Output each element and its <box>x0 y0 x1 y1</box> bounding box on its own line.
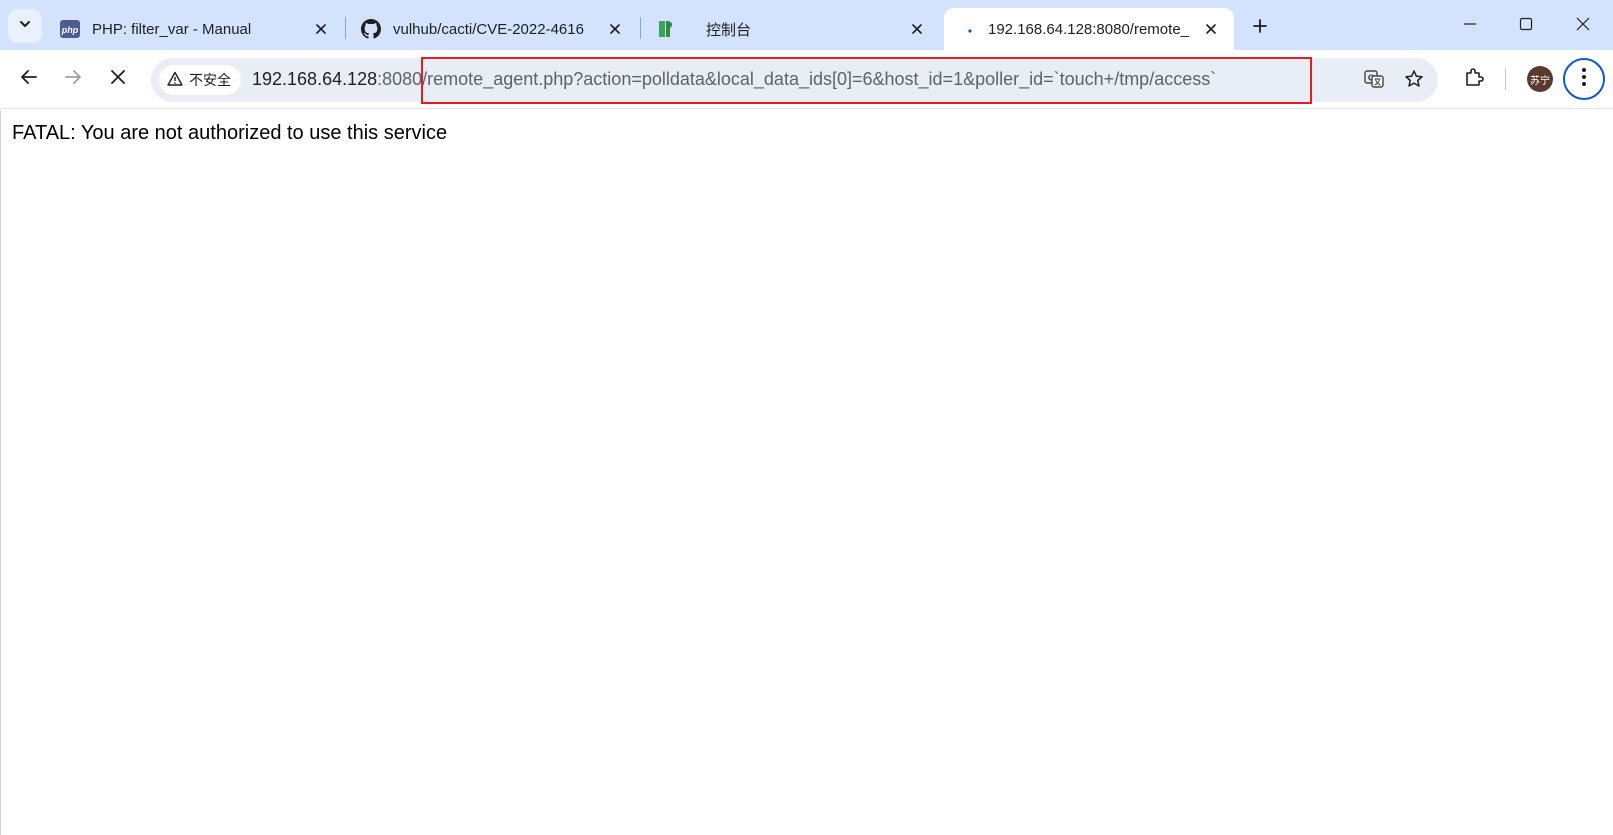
page-content: FATAL: You are not authorized to use thi… <box>0 110 1613 835</box>
chevron-down-icon <box>18 17 32 36</box>
back-button[interactable] <box>12 62 46 96</box>
stop-loading-button[interactable] <box>101 62 135 96</box>
close-icon <box>1576 17 1590 36</box>
puzzle-icon <box>1463 66 1485 93</box>
tab-title: PHP: filter_var - Manual <box>92 20 252 38</box>
extensions-button[interactable] <box>1458 63 1490 95</box>
minimize-button[interactable] <box>1450 10 1490 42</box>
arrow-left-icon <box>20 68 38 91</box>
tab-title: 控制台 <box>706 21 752 39</box>
kebab-menu-icon <box>1581 67 1587 92</box>
maximize-button[interactable] <box>1506 10 1546 42</box>
profile-avatar[interactable]: 苏宁 <box>1527 66 1553 92</box>
php-icon-text: php <box>61 25 79 35</box>
close-icon[interactable] <box>604 18 626 40</box>
tab-strip: php PHP: filter_var - Manual vulhub/cact… <box>0 0 1613 50</box>
bookmark-button[interactable] <box>1399 66 1429 96</box>
avatar-text: 苏宁 <box>1530 75 1550 87</box>
plus-icon <box>1252 18 1268 39</box>
translate-button[interactable]: G <box>1359 66 1389 96</box>
tab-github-vulhub[interactable]: vulhub/cacti/CVE-2022-4616 <box>345 8 638 50</box>
forward-button[interactable] <box>56 62 90 96</box>
close-icon[interactable] <box>1200 18 1222 40</box>
translate-icon: G <box>1363 68 1385 95</box>
close-icon <box>110 69 126 90</box>
tab-php-manual[interactable]: php PHP: filter_var - Manual <box>44 8 344 50</box>
console-icon <box>656 19 676 39</box>
fatal-error-message: FATAL: You are not authorized to use thi… <box>12 122 448 144</box>
loading-icon <box>960 19 980 39</box>
github-icon <box>361 19 381 39</box>
tab-title: vulhub/cacti/CVE-2022-4616 <box>393 20 584 38</box>
tab-search-button[interactable] <box>8 9 42 43</box>
php-icon: php <box>60 19 80 39</box>
star-icon <box>1404 69 1424 94</box>
toolbar-divider <box>1505 68 1506 90</box>
tab-console[interactable]: 控制台 <box>640 8 940 50</box>
security-chip[interactable]: 不安全 <box>159 65 241 95</box>
close-icon[interactable] <box>906 18 928 40</box>
url-host: 192.168.64.128 <box>252 69 378 89</box>
url-port: :8080 <box>377 69 423 89</box>
new-tab-button[interactable] <box>1246 14 1274 42</box>
minimize-icon <box>1463 17 1477 36</box>
tab-remote-agent[interactable]: 192.168.64.128:8080/remote_ <box>944 8 1234 50</box>
close-icon[interactable] <box>310 18 332 40</box>
security-label: 不安全 <box>189 72 231 88</box>
maximize-icon <box>1519 17 1533 36</box>
browser-menu-button[interactable] <box>1563 58 1605 100</box>
arrow-right-icon <box>64 68 82 91</box>
url-highlight-annotation <box>421 57 1312 104</box>
warning-icon <box>167 71 189 90</box>
tab-title: 192.168.64.128:8080/remote_ <box>988 20 1189 38</box>
close-window-button[interactable] <box>1563 10 1603 42</box>
